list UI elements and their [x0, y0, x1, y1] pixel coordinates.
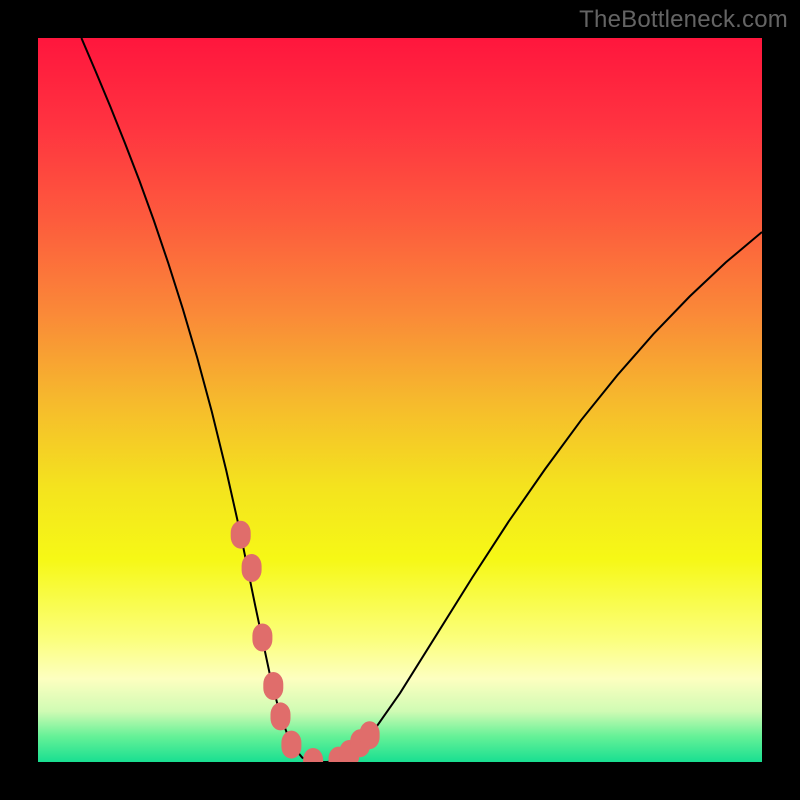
- curve-marker: [281, 731, 301, 759]
- chart-svg: [38, 38, 762, 762]
- curve-marker: [231, 521, 251, 549]
- gradient-background: [38, 38, 762, 762]
- curve-marker: [263, 672, 283, 700]
- attribution-text: TheBottleneck.com: [579, 6, 788, 34]
- plot-area: [38, 38, 762, 762]
- curve-marker: [252, 624, 272, 652]
- curve-marker: [360, 721, 380, 749]
- curve-marker: [271, 702, 291, 730]
- curve-marker: [242, 554, 262, 582]
- chart-frame: TheBottleneck.com: [0, 0, 800, 800]
